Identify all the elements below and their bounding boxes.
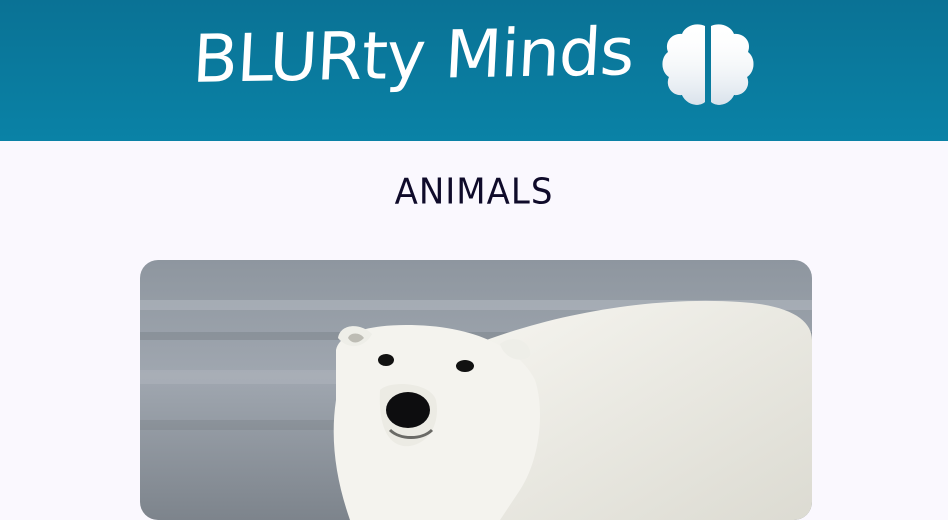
section-title: ANIMALS bbox=[394, 171, 554, 213]
site-title[interactable]: BLURty Minds bbox=[191, 12, 636, 99]
polar-bear-image bbox=[140, 260, 812, 520]
brain-icon bbox=[662, 24, 754, 105]
site-header: BLURty Minds bbox=[0, 0, 948, 141]
polar-bear-photo[interactable] bbox=[140, 260, 812, 520]
